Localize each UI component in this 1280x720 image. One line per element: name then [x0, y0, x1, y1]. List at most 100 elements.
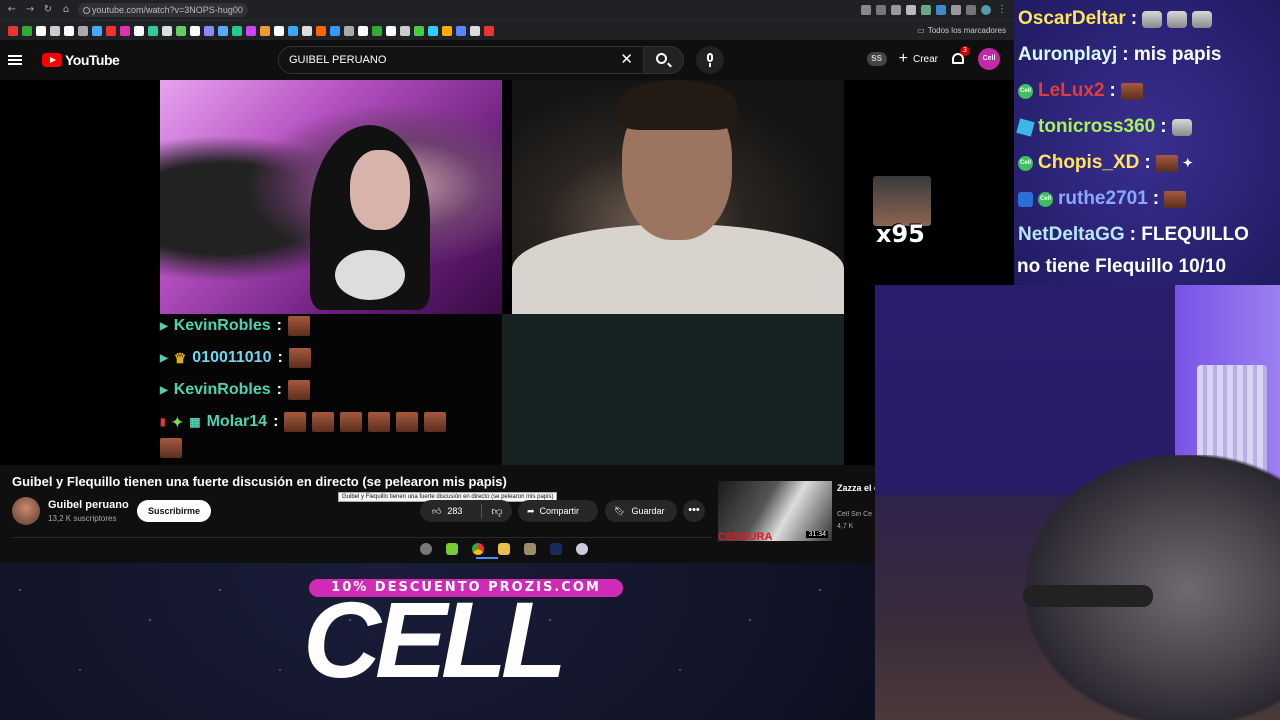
extension-icon[interactable] — [921, 5, 931, 15]
thumbs-down-icon: 👎︎ — [491, 505, 503, 518]
bookmark-icon[interactable] — [470, 25, 480, 36]
puzzle-icon[interactable] — [951, 5, 961, 15]
search-button[interactable] — [644, 46, 684, 74]
bookmark-icon[interactable] — [428, 25, 438, 36]
bookmark-icon[interactable] — [232, 25, 242, 36]
bookmark-icon[interactable] — [288, 25, 298, 36]
bookmark-icon[interactable] — [176, 25, 186, 36]
cat-emote-icon — [1171, 118, 1192, 136]
save-button[interactable]: 🔖︎ Guardar — [605, 500, 677, 522]
bookmark-icon[interactable] — [316, 25, 326, 36]
dislike-button[interactable]: 👎︎ — [482, 505, 512, 518]
notifications-button[interactable]: 3 — [950, 46, 970, 67]
tab-search-icon[interactable] — [966, 5, 976, 15]
overlay-chat-row: ▮ ✦ ▦ Molar14 : — [160, 412, 447, 432]
address-bar[interactable]: youtube.com/watch?v=3NOPS-hug00 — [78, 3, 248, 17]
cube-badge-icon — [1016, 117, 1035, 137]
bookmark-icon[interactable] — [330, 25, 340, 36]
bookmark-icon[interactable] — [120, 25, 130, 36]
youtube-logo[interactable]: YouTube — [42, 52, 120, 68]
emote-icon — [368, 412, 391, 432]
chrome-icon[interactable] — [472, 543, 484, 555]
account-avatar[interactable]: Cell — [978, 48, 1000, 70]
subscribe-button[interactable]: Suscribirme — [137, 500, 211, 522]
zoom-icon[interactable] — [861, 5, 871, 15]
recommended-title[interactable]: Zazza el censurar — [837, 482, 875, 495]
bookmark-icon[interactable] — [22, 25, 32, 36]
kebab-menu-icon[interactable]: ⋮ — [996, 4, 1008, 16]
bookmark-icon[interactable] — [106, 25, 116, 36]
bookmark-icon[interactable] — [190, 25, 200, 36]
photoshop-icon[interactable] — [550, 543, 562, 555]
bookmark-icon[interactable] — [274, 25, 284, 36]
bookmark-icon[interactable] — [386, 25, 396, 36]
bookmark-icon[interactable] — [36, 25, 46, 36]
recommended-thumbnail[interactable]: CENSURA 31:34 — [718, 481, 832, 541]
bookmark-icon[interactable] — [414, 25, 424, 36]
share-button[interactable]: ➦ Compartir — [518, 500, 598, 522]
cell-badge-icon: Cell — [1038, 191, 1053, 207]
channel-avatar[interactable] — [12, 497, 40, 525]
plus-icon: + — [898, 50, 908, 67]
more-actions-button[interactable]: ••• — [683, 500, 705, 522]
clear-search-icon[interactable]: ✕ — [620, 52, 633, 68]
overlay-chat-user: KevinRobles — [173, 381, 271, 398]
badge-icon: ▮ — [160, 416, 166, 428]
save-label: Guardar — [631, 506, 665, 516]
bookmark-icon[interactable] — [260, 25, 270, 36]
app-icon[interactable] — [524, 543, 536, 555]
cat-emote-icon — [1142, 10, 1163, 28]
bookmark-icon[interactable] — [302, 25, 312, 36]
profile-icon[interactable] — [981, 5, 991, 15]
app-icon[interactable] — [576, 543, 588, 555]
channel-name[interactable]: Guibel peruano — [48, 499, 129, 511]
bookmark-icon[interactable] — [8, 25, 18, 36]
ss-badge[interactable]: SS — [866, 52, 887, 66]
share-icon[interactable] — [891, 5, 901, 15]
bookmark-icon[interactable] — [246, 25, 256, 36]
header-actions: SS + Crear 3 Cell — [866, 46, 1000, 70]
video-player[interactable]: ▶ KevinRobles : ▶ ♛ 010011010 : ▶ KevinR… — [0, 80, 1014, 465]
chat-text: : — [1152, 188, 1160, 209]
like-button[interactable]: 👍︎ 283 — [420, 504, 482, 518]
back-icon[interactable]: ← — [6, 4, 18, 16]
voice-search-button[interactable] — [696, 46, 724, 74]
youtube-header: YouTube GUIBEL PERUANO ✕ SS + Crear 3 Ce… — [0, 40, 1014, 80]
chat-message: Cell LeLux2 : — [1018, 80, 1143, 102]
bookmark-icon[interactable] — [358, 25, 368, 36]
hamburger-menu-icon[interactable] — [8, 55, 22, 65]
bookmark-icon[interactable] — [372, 25, 382, 36]
subscriber-count: 13,2 K suscriptores — [48, 514, 117, 523]
bookmark-icon[interactable] — [204, 25, 214, 36]
bookmark-icon[interactable] — [148, 25, 158, 36]
create-button[interactable]: + Crear — [898, 50, 938, 67]
bookmark-icon[interactable] — [78, 25, 88, 36]
chat-username: Auronplayj — [1018, 44, 1118, 65]
bookmark-icon[interactable] — [400, 25, 410, 36]
video-title: Guibel y Flequillo tienen una fuerte dis… — [12, 474, 507, 489]
search-input[interactable]: GUIBEL PERUANO ✕ — [278, 46, 644, 74]
notification-count: 3 — [960, 46, 970, 56]
sparkle-icon: ✦ — [171, 413, 184, 430]
all-bookmarks-folder[interactable]: ▭ Todos los marcadores — [917, 26, 1006, 35]
bookmark-icon[interactable] — [456, 25, 466, 36]
bookmark-icon[interactable] — [134, 25, 144, 36]
bookmark-icon[interactable] — [218, 25, 228, 36]
bookmark-icon[interactable] — [50, 25, 60, 36]
bookmark-icon[interactable] — [442, 25, 452, 36]
app-icon[interactable] — [446, 543, 458, 555]
recommended-channel[interactable]: Cell Sin Ce — [837, 511, 875, 518]
forward-icon[interactable]: → — [24, 4, 36, 16]
extension-icon[interactable] — [936, 5, 946, 15]
bookmark-icon[interactable] — [64, 25, 74, 36]
bookmark-icon[interactable] — [162, 25, 172, 36]
clock-icon[interactable] — [420, 543, 432, 555]
bookmark-icon[interactable] — [92, 25, 102, 36]
home-icon[interactable]: ⌂ — [60, 4, 72, 16]
bookmark-star-icon[interactable] — [906, 5, 916, 15]
bookmark-icon[interactable] — [344, 25, 354, 36]
bookmark-icon[interactable] — [484, 25, 494, 36]
folder-icon[interactable] — [498, 543, 510, 555]
reload-icon[interactable]: ↻ — [42, 4, 54, 16]
cast-icon[interactable] — [876, 5, 886, 15]
